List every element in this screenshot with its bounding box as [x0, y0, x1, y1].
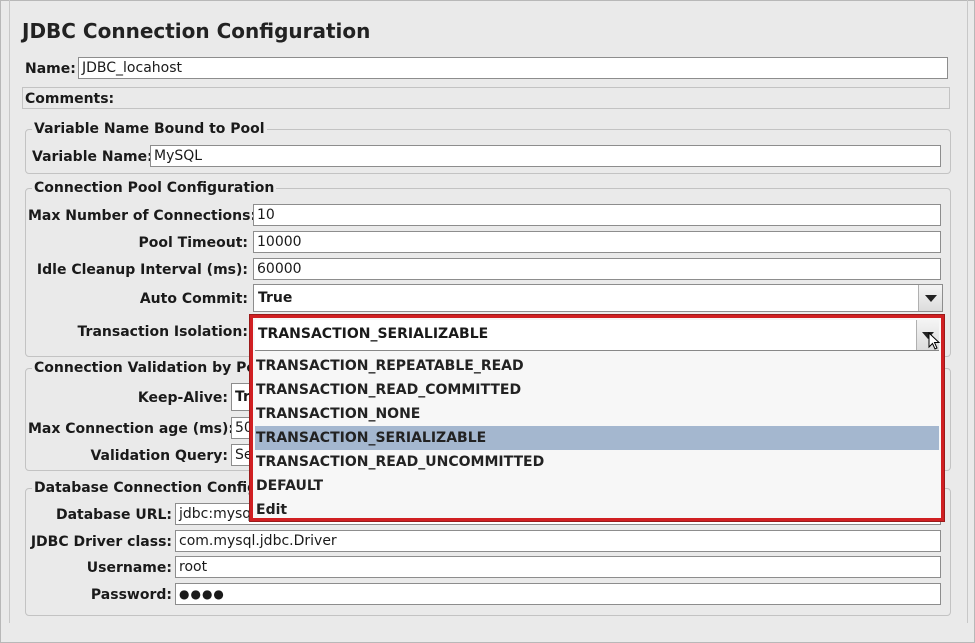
- auto-commit-value: True: [258, 290, 293, 306]
- validation-group-legend: Connection Validation by Poo: [32, 360, 268, 376]
- dropdown-option[interactable]: DEFAULT: [255, 474, 939, 498]
- database-group-legend: Database Connection Configu: [32, 480, 270, 496]
- transaction-isolation-select[interactable]: TRANSACTION_SERIALIZABLE: [255, 320, 939, 351]
- password-input[interactable]: ●●●●: [175, 583, 941, 605]
- auto-commit-label: Auto Commit:: [139, 291, 248, 307]
- variable-name-label: Variable Name:: [32, 149, 153, 165]
- comments-label: Comments:: [25, 91, 115, 107]
- driver-class-input[interactable]: com.mysql.jdbc.Driver: [175, 530, 941, 552]
- page-title: JDBC Connection Configuration: [22, 19, 371, 43]
- username-label: Username:: [86, 560, 172, 576]
- chevron-down-icon: [925, 295, 937, 302]
- mouse-cursor-icon: [928, 332, 941, 350]
- auto-commit-dropdown-button[interactable]: [918, 285, 942, 311]
- auto-commit-select[interactable]: True: [253, 284, 943, 312]
- dropdown-option[interactable]: TRANSACTION_NONE: [255, 402, 939, 426]
- dropdown-option[interactable]: TRANSACTION_REPEATABLE_READ: [255, 354, 939, 378]
- dropdown-option[interactable]: Edit: [255, 498, 939, 522]
- database-url-label: Database URL:: [55, 507, 172, 523]
- username-input[interactable]: root: [175, 556, 941, 578]
- keep-alive-label: Keep-Alive:: [137, 390, 228, 406]
- name-label: Name:: [25, 61, 76, 77]
- transaction-isolation-options: TRANSACTION_REPEATABLE_READ TRANSACTION_R…: [255, 354, 939, 522]
- max-connections-input[interactable]: 10: [253, 204, 941, 226]
- dropdown-option[interactable]: TRANSACTION_READ_UNCOMMITTED: [255, 450, 939, 474]
- transaction-isolation-dropdown[interactable]: TRANSACTION_SERIALIZABLE TRANSACTION_REP…: [250, 315, 944, 521]
- dropdown-option[interactable]: TRANSACTION_READ_COMMITTED: [255, 378, 939, 402]
- transaction-isolation-value: TRANSACTION_SERIALIZABLE: [258, 326, 489, 342]
- dropdown-option[interactable]: TRANSACTION_SERIALIZABLE: [255, 426, 939, 450]
- variable-group-legend: Variable Name Bound to Pool: [32, 121, 267, 137]
- pool-group-legend: Connection Pool Configuration: [32, 180, 277, 196]
- validation-query-label: Validation Query:: [90, 448, 228, 464]
- max-connections-label: Max Number of Connections:: [28, 208, 257, 224]
- comments-area[interactable]: [22, 87, 950, 109]
- transaction-isolation-label: Transaction Isolation:: [77, 324, 248, 340]
- idle-cleanup-label: Idle Cleanup Interval (ms):: [36, 262, 248, 278]
- pool-timeout-label: Pool Timeout:: [138, 235, 248, 251]
- max-age-label: Max Connection age (ms):: [28, 421, 235, 437]
- variable-name-input[interactable]: MySQL: [150, 145, 941, 167]
- driver-class-label: JDBC Driver class:: [30, 534, 172, 550]
- idle-cleanup-input[interactable]: 60000: [253, 258, 941, 280]
- password-label: Password:: [90, 587, 172, 603]
- pool-timeout-input[interactable]: 10000: [253, 231, 941, 253]
- name-input[interactable]: JDBC_locahost: [78, 57, 948, 79]
